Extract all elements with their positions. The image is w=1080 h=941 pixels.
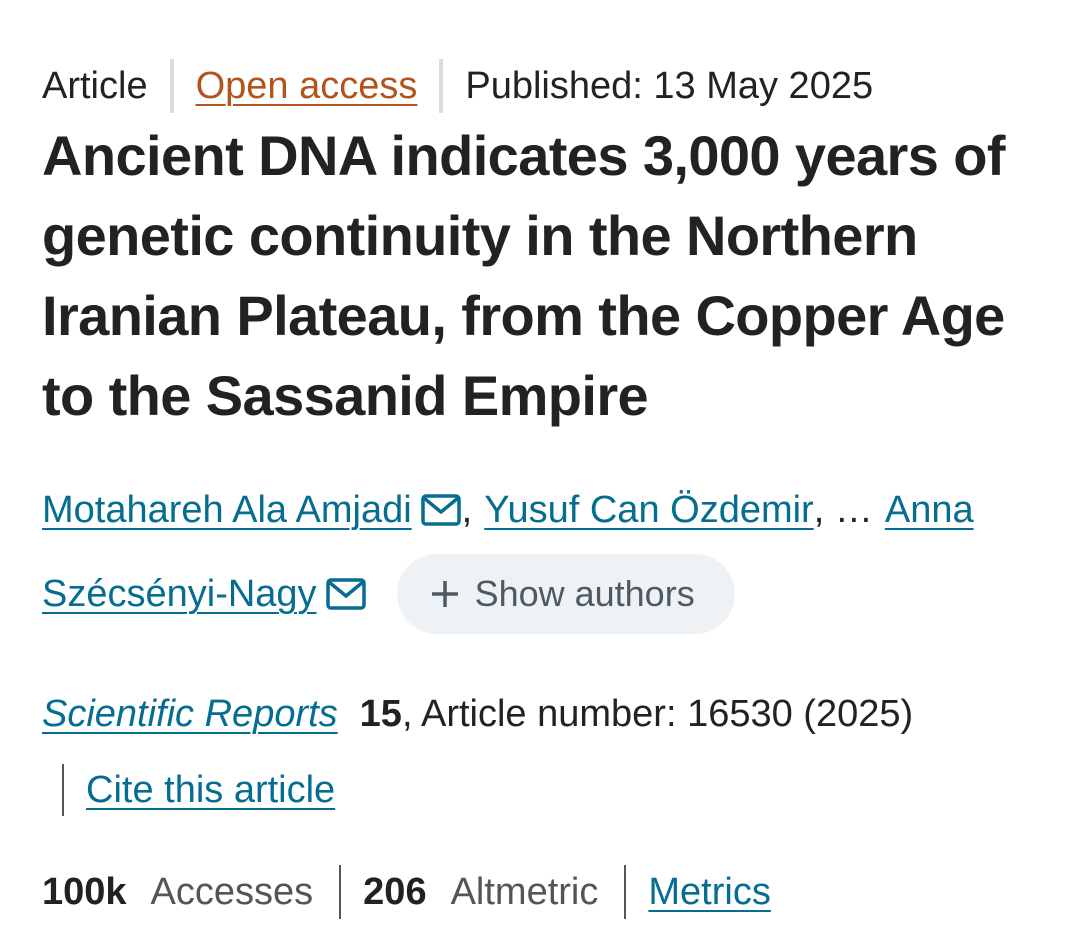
author-link-szecsenyi-nagy-part1[interactable]: Anna xyxy=(885,482,974,538)
metrics-divider xyxy=(339,865,342,919)
show-authors-label: Show authors xyxy=(474,573,695,614)
article-number: , Article number: 16530 (2025) xyxy=(401,693,914,735)
meta-separator xyxy=(169,59,174,113)
article-type: Article xyxy=(42,65,148,107)
journal-info: Scientific Reports 15, Article number: 16… xyxy=(42,686,913,742)
published-date: Published: 13 May 2025 xyxy=(465,65,874,107)
plus-icon xyxy=(431,581,458,607)
accesses-value: 100k xyxy=(42,871,127,913)
mail-icon[interactable] xyxy=(420,493,462,527)
journal-link[interactable]: Scientific Reports xyxy=(42,693,338,735)
metrics-row: 100k Accesses 206 Altmetric Metrics xyxy=(42,864,771,920)
article-title: Ancient DNA indicates 3,000 years of gen… xyxy=(42,124,1006,427)
cite-row: Cite this article xyxy=(62,762,335,818)
open-access-link[interactable]: Open access xyxy=(196,58,418,114)
cite-this-article-link[interactable]: Cite this article xyxy=(86,762,335,818)
author-link-amjadi[interactable]: Motahareh Ala Amjadi xyxy=(42,482,412,538)
author-comma: , xyxy=(461,489,473,531)
metrics-link[interactable]: Metrics xyxy=(648,864,770,920)
author-line-1: Motahareh Ala Amjadi , Yusuf Can Özdemir… xyxy=(42,482,1042,538)
author-ellipsis: , … xyxy=(813,489,873,531)
cite-divider xyxy=(62,764,64,816)
show-authors-button[interactable]: Show authors xyxy=(396,554,735,634)
author-link-ozdemir[interactable]: Yusuf Can Özdemir xyxy=(484,482,813,538)
mail-icon[interactable] xyxy=(325,577,367,611)
meta-separator xyxy=(439,59,444,113)
altmetric-label: Altmetric xyxy=(450,871,599,913)
article-meta-row: Article Open access Published: 13 May 20… xyxy=(42,58,873,114)
author-line-2: Szécsényi-Nagy Show authors xyxy=(42,554,1042,634)
journal-volume: 15 xyxy=(359,693,402,735)
author-link-szecsenyi-nagy-part2[interactable]: Szécsényi-Nagy xyxy=(42,566,317,622)
altmetric-value: 206 xyxy=(363,871,427,913)
metrics-divider xyxy=(624,865,627,919)
accesses-label: Accesses xyxy=(150,871,314,913)
author-list: Motahareh Ala Amjadi , Yusuf Can Özdemir… xyxy=(42,482,1042,634)
